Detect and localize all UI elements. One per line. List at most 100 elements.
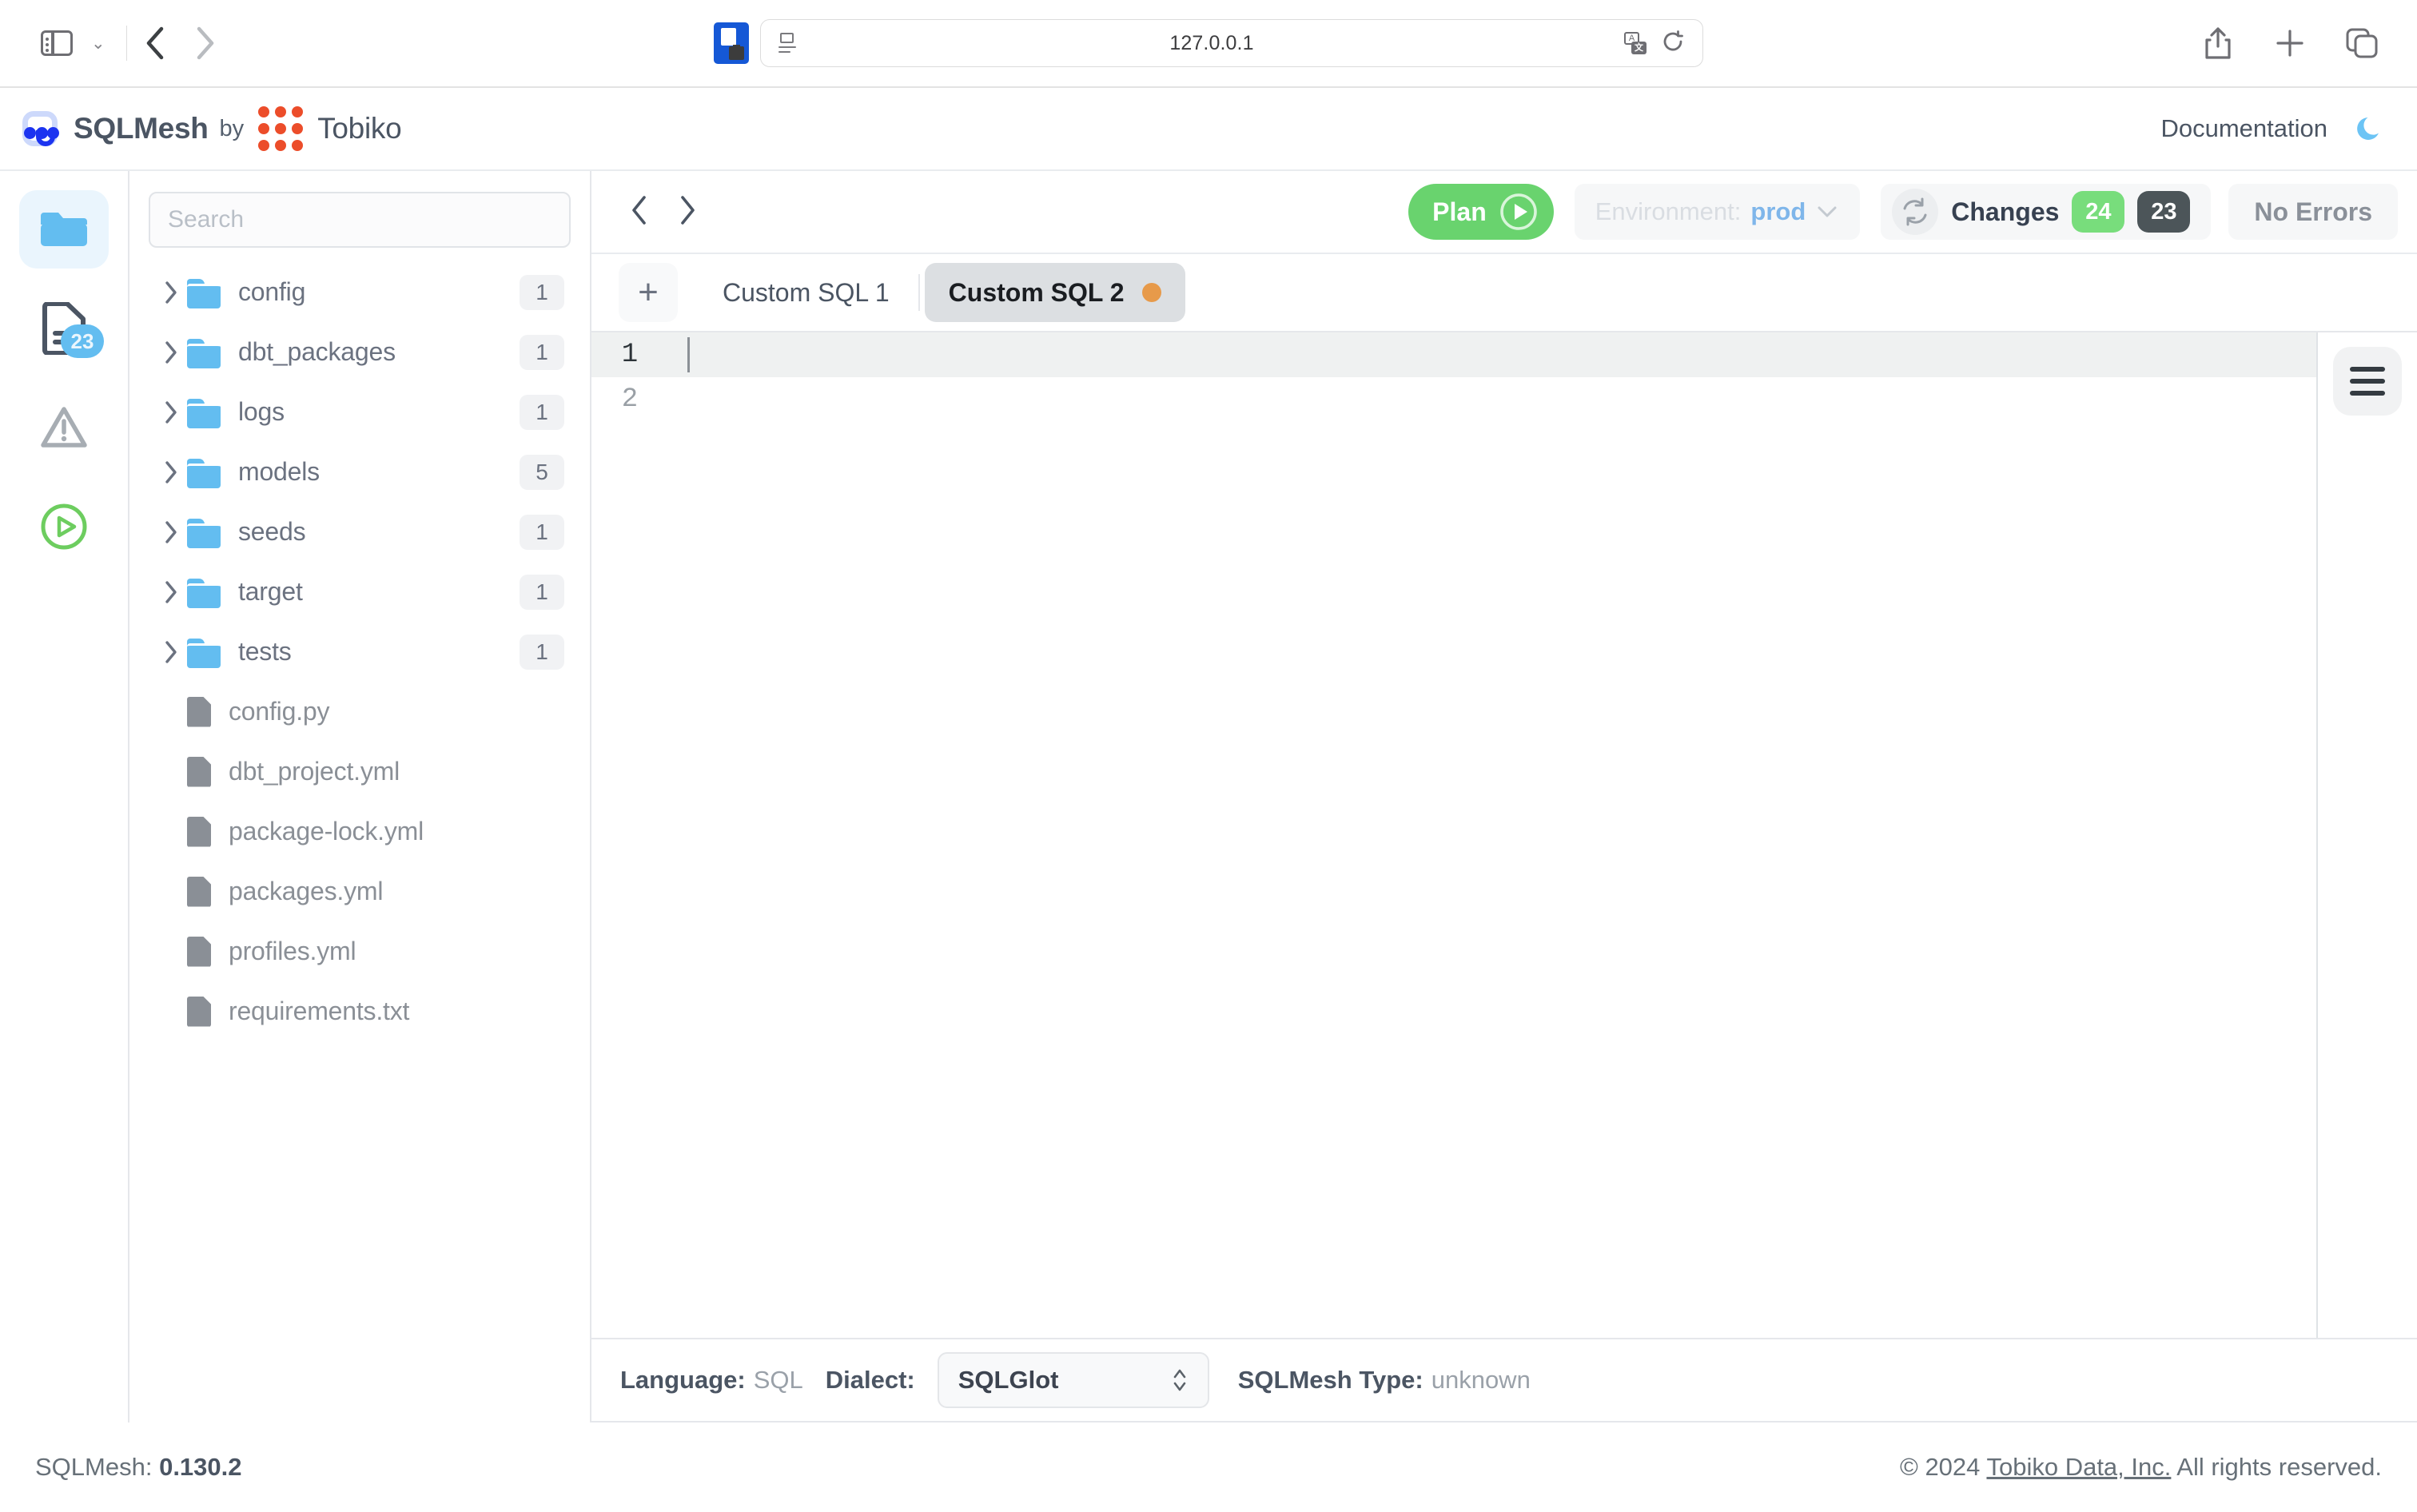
- language-value: SQL: [753, 1366, 803, 1394]
- share-button[interactable]: [2198, 23, 2238, 63]
- code-line[interactable]: 2: [591, 377, 2316, 422]
- copyright-prefix: © 2024: [1899, 1453, 1981, 1481]
- documentation-link[interactable]: Documentation: [2160, 114, 2327, 143]
- add-tab-button[interactable]: +: [619, 263, 678, 322]
- chevron-right-icon[interactable]: [155, 580, 187, 604]
- code-line[interactable]: 1: [591, 332, 2316, 377]
- sqlmesh-logo-icon: [18, 106, 62, 151]
- chevron-down-icon: [1818, 206, 1837, 217]
- tree-folder-row[interactable]: logs 1: [149, 382, 571, 442]
- file-icon: [187, 817, 211, 847]
- rail-item-files[interactable]: [19, 190, 109, 269]
- file-tree: config 1 dbt_packages 1 logs 1 models 5 …: [149, 262, 571, 1041]
- folder-label: seeds: [238, 517, 306, 546]
- address-bar[interactable]: 127.0.0.1 A文: [760, 19, 1703, 67]
- share-icon: [2205, 27, 2231, 59]
- chevron-down-icon[interactable]: ⌄: [91, 34, 106, 54]
- chevron-right-icon[interactable]: [155, 340, 187, 364]
- folder-count: 1: [520, 514, 564, 550]
- errors-indicator[interactable]: No Errors: [2228, 184, 2398, 240]
- rail-item-run[interactable]: [19, 487, 109, 566]
- app-footer: SQLMesh: 0.130.2 © 2024 Tobiko Data, Inc…: [0, 1422, 2417, 1512]
- tree-folder-row[interactable]: models 5: [149, 442, 571, 502]
- tab-divider: [918, 274, 920, 311]
- rail-item-docs[interactable]: 23: [19, 289, 109, 368]
- extension-shield-icon[interactable]: [714, 22, 749, 64]
- reader-view-icon[interactable]: [778, 33, 799, 54]
- code-editor[interactable]: 1 2: [591, 332, 2318, 1338]
- browser-back-button[interactable]: [130, 21, 180, 66]
- tree-folder-row[interactable]: config 1: [149, 262, 571, 322]
- app-back-button[interactable]: [630, 195, 649, 229]
- browser-forward-button[interactable]: [180, 21, 229, 66]
- tree-file-row[interactable]: dbt_project.yml: [149, 742, 571, 802]
- tree-folder-row[interactable]: seeds 1: [149, 502, 571, 562]
- plan-button[interactable]: Plan: [1408, 184, 1554, 240]
- folder-count: 5: [520, 454, 564, 490]
- company-link[interactable]: Tobiko Data, Inc.: [1986, 1453, 2171, 1481]
- line-content[interactable]: [668, 332, 2316, 377]
- folder-icon: [187, 278, 221, 308]
- line-content[interactable]: [668, 377, 2316, 422]
- file-explorer: config 1 dbt_packages 1 logs 1: [129, 171, 591, 1422]
- environment-selector[interactable]: Environment: prod: [1574, 184, 1861, 240]
- folder-label: tests: [238, 637, 292, 666]
- tree-folder-row[interactable]: dbt_packages 1: [149, 322, 571, 382]
- browser-nav-right: [2198, 23, 2382, 63]
- editor-area: 1 2: [591, 332, 2417, 1339]
- header-actions: Documentation: [2160, 113, 2385, 144]
- reload-button[interactable]: [1661, 30, 1685, 58]
- browser-nav-left: ⌄: [35, 21, 229, 66]
- tree-file-row[interactable]: config.py: [149, 682, 571, 742]
- chevron-right-icon[interactable]: [155, 400, 187, 424]
- changes-added-badge: 24: [2072, 191, 2125, 233]
- address-bar-group: 127.0.0.1 A文: [714, 19, 1703, 67]
- sidebar-toggle-button[interactable]: [35, 24, 78, 62]
- chevron-right-icon[interactable]: [155, 281, 187, 304]
- new-tab-button[interactable]: [2270, 23, 2310, 63]
- sqlmesh-type-key: SQLMesh Type:: [1237, 1366, 1424, 1394]
- sqlmesh-type-group: SQLMesh Type: unknown: [1238, 1366, 1531, 1395]
- errors-label: No Errors: [2254, 197, 2372, 226]
- moon-icon: [2357, 117, 2379, 140]
- tab-custom-sql-1[interactable]: Custom SQL 1: [699, 263, 914, 322]
- tree-file-row[interactable]: packages.yml: [149, 861, 571, 921]
- chevron-right-icon[interactable]: [155, 460, 187, 484]
- play-circle-icon: [41, 503, 87, 550]
- dark-mode-toggle[interactable]: [2355, 113, 2385, 144]
- file-label: profiles.yml: [229, 937, 356, 965]
- tree-file-row[interactable]: profiles.yml: [149, 921, 571, 981]
- tab-custom-sql-2[interactable]: Custom SQL 2: [924, 263, 1185, 322]
- text-caret: [687, 337, 690, 372]
- dialect-select[interactable]: SQLGlot: [937, 1352, 1209, 1408]
- brand[interactable]: SQLMesh by Tobiko: [18, 106, 402, 151]
- editor-status-bar: Language: SQL Dialect: SQLGlot SQLMesh T…: [591, 1339, 2417, 1422]
- tree-file-row[interactable]: requirements.txt: [149, 981, 571, 1041]
- chevron-right-icon[interactable]: [155, 520, 187, 544]
- folder-count: 1: [520, 274, 564, 310]
- hamburger-icon: [2350, 367, 2385, 372]
- folder-count: 1: [520, 574, 564, 610]
- translate-icon[interactable]: A文: [1624, 32, 1647, 54]
- rights-text: All rights reserved.: [2176, 1453, 2382, 1481]
- editor-menu-button[interactable]: [2333, 347, 2402, 416]
- version-info: SQLMesh: 0.130.2: [35, 1453, 242, 1482]
- tree-folder-row[interactable]: tests 1: [149, 622, 571, 682]
- search-input[interactable]: [149, 192, 571, 248]
- docs-count-badge: 23: [61, 324, 104, 358]
- changes-indicator[interactable]: Changes 24 23: [1881, 184, 2212, 240]
- folder-icon: [187, 518, 221, 548]
- file-label: config.py: [229, 697, 330, 726]
- plus-icon: +: [638, 273, 659, 312]
- rail-item-errors[interactable]: [19, 388, 109, 467]
- folder-icon: [187, 638, 221, 668]
- tree-folder-row[interactable]: target 1: [149, 562, 571, 622]
- plus-icon: [2276, 30, 2304, 57]
- url-text: 127.0.0.1: [1169, 31, 1254, 54]
- app-forward-button[interactable]: [678, 195, 697, 229]
- tabs-overview-button[interactable]: [2342, 23, 2382, 63]
- tree-file-row[interactable]: package-lock.yml: [149, 802, 571, 861]
- chevron-right-icon[interactable]: [155, 640, 187, 664]
- browser-toolbar: ⌄ 127.0.0.1 A文: [0, 0, 2417, 86]
- version-key: SQLMesh:: [35, 1453, 153, 1481]
